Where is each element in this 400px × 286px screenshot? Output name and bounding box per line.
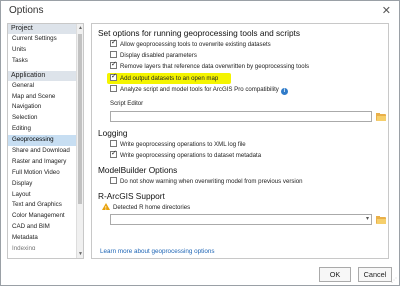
sidebar-item-editing[interactable]: Editing [8,124,83,135]
cancel-button[interactable]: Cancel [358,267,392,282]
folder-icon[interactable] [376,113,386,121]
sidebar-item-navigation[interactable]: Navigation [8,102,83,113]
learn-more-link[interactable]: Learn more about geoprocessing options [100,248,214,255]
option-analyze-compatibility[interactable]: Analyze script and model tools for ArcGI… [110,85,288,95]
checkbox[interactable] [110,85,117,92]
sidebar-item-general[interactable]: General [8,81,83,92]
checkbox[interactable] [110,140,117,147]
sidebar-item-full-motion-video[interactable]: Full Motion Video [8,168,83,179]
close-icon[interactable]: ✕ [382,4,391,17]
title-bar: Options ✕ [1,1,399,21]
sidebar-item-cad-and-bim[interactable]: CAD and BIM [8,222,83,233]
sidebar-item-metadata[interactable]: Metadata [8,233,83,244]
option-model-warning[interactable]: Do not show warning when overwriting mod… [110,177,303,187]
sidebar-item-geoprocessing[interactable]: Geoprocessing [8,135,83,147]
sidebar-item-units[interactable]: Units [8,45,83,56]
checkbox[interactable] [110,149,117,159]
checkbox[interactable] [110,60,117,70]
checkbox[interactable] [110,72,117,82]
chevron-down-icon[interactable]: ▾ [366,215,369,222]
sidebar-scrollbar[interactable]: ▲ ▼ [76,24,83,258]
sidebar-item-text-and-graphics[interactable]: Text and Graphics [8,200,83,211]
scroll-down-icon[interactable]: ▼ [78,251,83,257]
sidebar-item-share-and-download[interactable]: Share and Download [8,146,83,157]
sidebar-item-tasks[interactable]: Tasks [8,56,83,67]
resize-grip-icon[interactable]: ⋰ [391,277,397,284]
sidebar-item-color-management[interactable]: Color Management [8,211,83,222]
option-dataset-metadata[interactable]: Write geoprocessing operations to datase… [110,149,261,161]
section-title-logging: Logging [98,128,128,138]
script-editor-label: Script Editor [110,100,144,107]
checkbox[interactable] [110,177,117,184]
warning-icon: ! [102,203,110,212]
sidebar-header-project: Project [8,24,83,34]
section-title-geoprocessing: Set options for running geoprocessing to… [98,28,301,38]
info-icon[interactable]: i [280,88,288,95]
checkbox[interactable] [110,38,117,48]
sidebar-item-map-and-scene[interactable]: Map and Scene [8,92,83,103]
sidebar-item-layout[interactable]: Layout [8,190,83,201]
r-home-label-row: ! Detected R home directories [102,203,190,213]
sidebar-item-raster-and-imagery[interactable]: Raster and Imagery [8,157,83,168]
script-editor-input[interactable] [110,111,372,122]
sidebar-item-current-settings[interactable]: Current Settings [8,34,83,45]
options-dialog: Options ✕ Project Current Settings Units… [0,0,400,286]
option-display-disabled-parameters[interactable]: Display disabled parameters [110,51,197,61]
dialog-title: Options [9,5,44,16]
option-xml-log[interactable]: Write geoprocessing operations to XML lo… [110,140,246,150]
folder-icon[interactable] [376,216,386,224]
option-add-output-to-map[interactable]: Add output datasets to an open map [110,72,218,84]
sidebar-item-display[interactable]: Display [8,179,83,190]
option-overwrite-datasets[interactable]: Allow geoprocessing tools to overwrite e… [110,38,271,50]
sidebar-item-indexing[interactable]: Indexing [8,244,83,250]
sidebar-header-application: Application [8,70,83,81]
section-title-modelbuilder: ModelBuilder Options [98,165,178,175]
scroll-thumb[interactable] [78,34,82,204]
options-sidebar: Project Current Settings Units Tasks App… [7,23,84,259]
section-title-r-arcgis: R-ArcGIS Support [98,191,165,201]
r-home-select[interactable]: ▾ [110,214,372,225]
checkbox[interactable] [110,51,117,58]
ok-button[interactable]: OK [319,267,351,282]
option-remove-layers[interactable]: Remove layers that reference data overwr… [110,60,309,72]
scroll-up-icon[interactable]: ▲ [78,25,83,31]
sidebar-item-selection[interactable]: Selection [8,113,83,124]
geoprocessing-options-panel: Set options for running geoprocessing to… [91,23,389,259]
